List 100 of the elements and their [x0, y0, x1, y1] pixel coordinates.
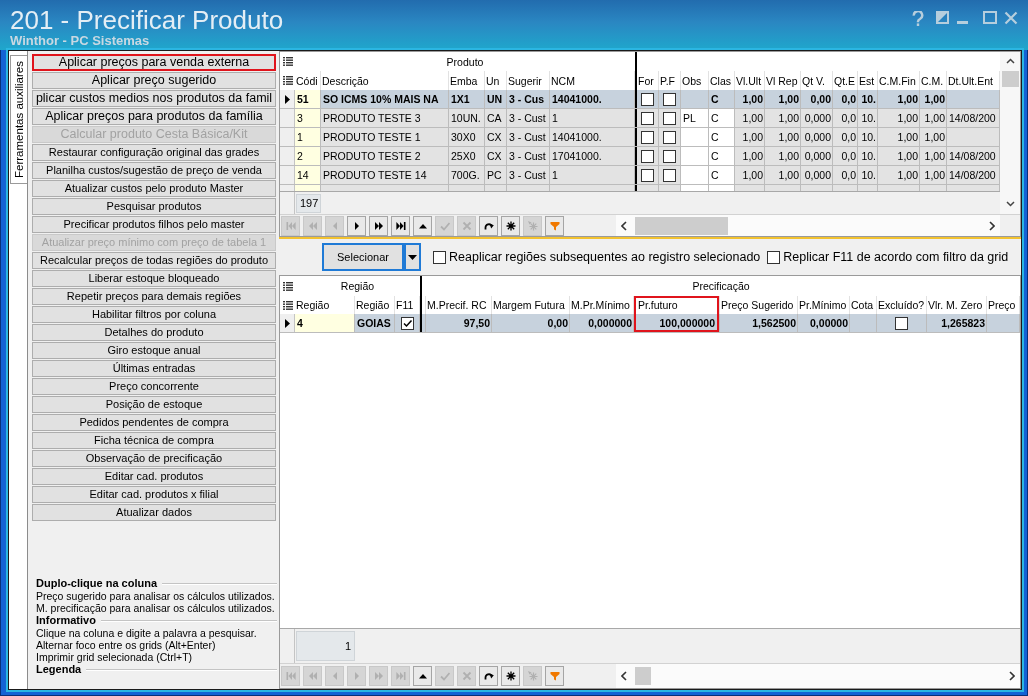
column-header[interactable]: Sugerir	[507, 71, 550, 90]
column-header[interactable]: Qt V.	[801, 71, 833, 90]
column-header[interactable]: P.F	[659, 71, 681, 90]
column-header[interactable]: Preço	[987, 296, 1020, 314]
tool-button[interactable]: Precificar produtos filhos pelo master	[32, 216, 276, 233]
table-row[interactable]: 3 PRODUTO TESTE 3 10UN. CA 3 - Cust 1 PL C 1,00 1,00 0,000 0,0 10. 1,00 1,00 14/08/200	[280, 109, 1000, 128]
column-header[interactable]: Vlr. M. Zero	[927, 296, 987, 314]
checkbox[interactable]	[400, 316, 414, 330]
tool-button[interactable]: Ficha técnica de compra	[32, 432, 276, 449]
checkbox[interactable]	[767, 250, 781, 264]
column-header[interactable]: Pr.Mínimo	[798, 296, 850, 314]
vertical-scrollbar[interactable]	[1000, 52, 1020, 214]
checkbox[interactable]	[641, 149, 654, 163]
refresh-button[interactable]	[479, 666, 498, 686]
vertical-tab[interactable]: Ferramentas auxiliares	[10, 55, 27, 184]
list-icon[interactable]	[282, 281, 293, 291]
checkbox[interactable]	[433, 250, 446, 264]
column-header[interactable]: Região	[355, 296, 395, 314]
column-header[interactable]: Emba	[449, 71, 485, 90]
horizontal-scrollbar[interactable]	[616, 664, 1020, 688]
edit-button[interactable]	[413, 666, 432, 686]
tool-button[interactable]: Últimas entradas	[32, 360, 276, 377]
checkbox[interactable]	[641, 92, 654, 106]
scrollbar-thumb[interactable]	[635, 216, 728, 235]
next-page-button[interactable]	[369, 215, 388, 236]
tool-button[interactable]: Giro estoque anual	[32, 342, 276, 359]
tool-button[interactable]: Posição de estoque	[32, 396, 276, 413]
column-header[interactable]: Un	[485, 71, 507, 90]
tool-button[interactable]: Liberar estoque bloqueado	[32, 270, 276, 287]
column-header[interactable]: Cota	[850, 296, 877, 314]
column-header[interactable]: Região	[295, 296, 355, 314]
tool-button[interactable]: Editar cad. produtos x filial	[32, 486, 276, 503]
column-header[interactable]: F11	[395, 296, 420, 314]
tool-button[interactable]: Recalcular preços de todas regiões do produto	[32, 252, 276, 269]
list-icon[interactable]	[282, 57, 293, 66]
select-button[interactable]: Selecionar	[322, 243, 404, 271]
checkbox[interactable]	[663, 149, 676, 163]
dropdown-button[interactable]	[404, 243, 421, 271]
checkbox[interactable]	[663, 92, 676, 106]
chevron-up-icon[interactable]	[1005, 58, 1015, 64]
tool-button[interactable]: Pedidos pendentes de compra	[32, 414, 276, 431]
checkbox[interactable]	[641, 130, 654, 144]
scrollbar-thumb[interactable]	[635, 667, 651, 685]
action-button[interactable]: Aplicar preços para venda externa	[32, 54, 276, 71]
table-row[interactable]: 2 PRODUTO TESTE 2 25X0 CX 3 - Cust 17041000. C 1,00 1,00 0,000 0,0 10. 1,00 1,00 14/08/200	[280, 147, 1000, 166]
bookmark-button[interactable]	[501, 215, 520, 236]
tool-button[interactable]: Repetir preços para demais regiões	[32, 288, 276, 305]
help-icon[interactable]	[912, 11, 924, 26]
column-header[interactable]: Preço Sugerido	[720, 296, 798, 314]
scrollbar-thumb[interactable]	[1001, 71, 1019, 87]
column-header[interactable]: Est	[858, 71, 878, 90]
tool-button[interactable]: Habilitar filtros por coluna	[32, 306, 276, 323]
tool-button[interactable]: Editar cad. produtos	[32, 468, 276, 485]
list-icon[interactable]	[282, 76, 293, 85]
column-header[interactable]: Pr.futuro	[634, 296, 720, 314]
column-header[interactable]: For	[637, 71, 659, 90]
tool-button[interactable]: Restaurar configuração original das grades	[32, 144, 276, 161]
checkbox[interactable]	[663, 130, 676, 144]
refresh-button[interactable]	[479, 215, 498, 236]
table-row[interactable]: 51 SO ICMS 10% MAIS NA 1X1 UN 3 - Cus 14041000. C 1,00 1,00 0,00 0,0 10. 1,00 1,00	[280, 90, 1000, 109]
next-button[interactable]	[347, 215, 366, 236]
checkbox[interactable]	[663, 168, 676, 182]
table-row[interactable]: 14 PRODUTO TESTE 14 700G. PC 3 - Cust 1 C 1,00 1,00 0,000 0,0 10. 1,00 1,00 14/08/200	[280, 166, 1000, 185]
tool-button[interactable]: Atualizar dados	[32, 504, 276, 521]
column-header[interactable]: Vl.Ult	[735, 71, 765, 90]
tool-button[interactable]: Pesquisar produtos	[32, 198, 276, 215]
column-header[interactable]: M.Pr.Mínimo	[570, 296, 634, 314]
column-header[interactable]: Clas	[709, 71, 735, 90]
column-header[interactable]: M.Precif. RC	[426, 296, 492, 314]
chevron-down-icon[interactable]	[1005, 201, 1015, 207]
column-header[interactable]: Excluído?	[877, 296, 927, 314]
table-row[interactable]: 1 PRODUTO TESTE 1 30X0 CX 3 - Cust 14041000. C 1,00 1,00 0,000 0,0 10. 1,00 1,00	[280, 128, 1000, 147]
horizontal-scrollbar[interactable]	[616, 215, 1000, 236]
checkbox[interactable]	[895, 316, 908, 330]
chevron-left-icon[interactable]	[621, 671, 627, 681]
bookmark-button[interactable]	[501, 666, 520, 686]
action-button[interactable]: plicar custos medios nos produtos da famil	[32, 90, 276, 107]
tool-button[interactable]: Preço concorrente	[32, 378, 276, 395]
column-header[interactable]: Descrição	[321, 71, 449, 90]
tool-button[interactable]: Detalhes do produto	[32, 324, 276, 341]
action-button[interactable]: Aplicar preços para produtos da família	[32, 108, 276, 125]
column-header[interactable]: NCM	[550, 71, 635, 90]
column-header[interactable]: Obs	[681, 71, 709, 90]
checkbox[interactable]	[663, 111, 676, 125]
tool-button[interactable]: Observação de precificação	[32, 450, 276, 467]
column-header[interactable]: Margem Futura	[492, 296, 570, 314]
checkbox[interactable]	[641, 111, 654, 125]
edit-button[interactable]	[413, 215, 432, 236]
action-button[interactable]: Aplicar preço sugerido	[32, 72, 276, 89]
chevron-left-icon[interactable]	[621, 220, 627, 231]
column-header[interactable]: Qt.E	[833, 71, 858, 90]
column-header[interactable]: Códi	[295, 71, 321, 90]
column-header[interactable]: Vl Rep	[765, 71, 801, 90]
column-header[interactable]: C.M.Fin	[878, 71, 920, 90]
list-icon[interactable]	[282, 300, 293, 310]
column-header[interactable]: C.M.	[920, 71, 947, 90]
chevron-right-icon[interactable]	[989, 220, 995, 231]
chevron-right-icon[interactable]	[1009, 671, 1015, 681]
maximize-icon[interactable]	[983, 11, 997, 24]
checkbox[interactable]	[641, 168, 654, 182]
